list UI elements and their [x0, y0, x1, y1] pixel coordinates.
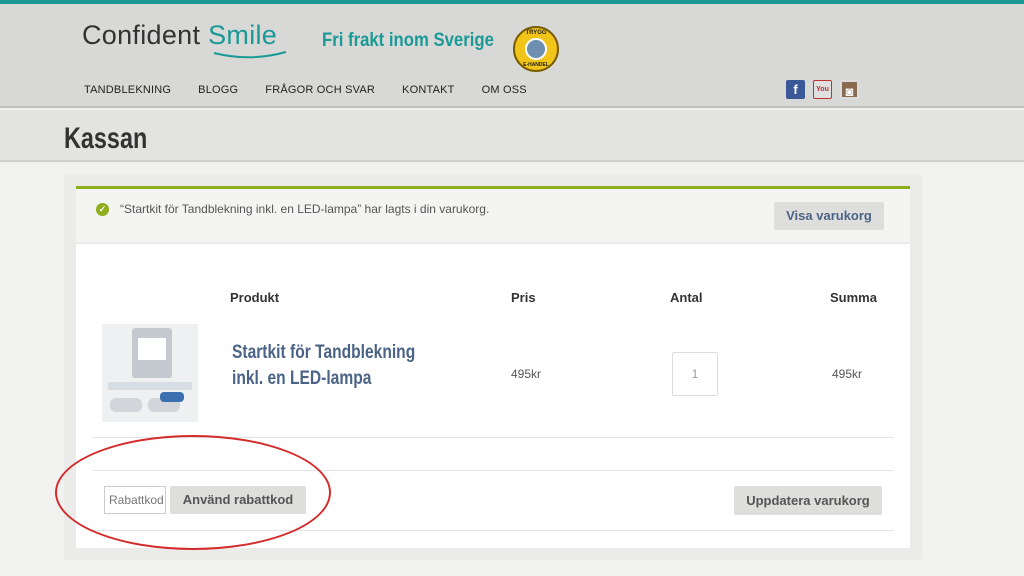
notice-message: “Startkit för Tandblekning inkl. en LED-… — [120, 202, 490, 216]
view-cart-button[interactable]: Visa varukorg — [774, 202, 884, 230]
nav-item-blogg[interactable]: BLOGG — [198, 84, 238, 96]
nav-item-fragor-och-svar[interactable]: FRÅGOR OCH SVAR — [265, 84, 375, 96]
instagram-icon[interactable]: ◙ — [840, 80, 859, 99]
product-led-shape — [160, 392, 184, 402]
column-header-subtotal: Summa — [830, 290, 877, 305]
logo-swoosh-icon — [213, 51, 287, 59]
free-shipping-tagline: Fri frakt inom Sverige — [322, 30, 494, 51]
product-syringe-shape — [108, 382, 192, 390]
nav-item-kontakt[interactable]: KONTAKT — [402, 84, 455, 96]
badge-top-text: TRYGG — [525, 30, 547, 36]
product-thumbnail[interactable] — [102, 324, 198, 422]
product-tray-shape — [110, 398, 142, 412]
facebook-icon[interactable]: f — [786, 80, 805, 99]
site-logo[interactable]: Confident Smile — [82, 20, 277, 51]
social-links: f You ◙ — [786, 80, 859, 99]
main-nav: TANDBLEKNING BLOGG FRÅGOR OCH SVAR KONTA… — [84, 84, 527, 96]
youtube-icon[interactable]: You — [813, 80, 832, 99]
nav-item-om-oss[interactable]: OM OSS — [482, 84, 527, 96]
product-pouch-shape — [132, 328, 172, 378]
cart-notice: ✓ “Startkit för Tandblekning inkl. en LE… — [76, 186, 910, 242]
page-title-bar: Kassan — [0, 110, 1024, 162]
check-circle-icon: ✓ — [96, 203, 109, 216]
product-subtotal: 495kr — [832, 367, 863, 381]
update-cart-button[interactable]: Uppdatera varukorg — [734, 486, 882, 515]
product-price: 495kr — [511, 367, 542, 381]
quantity-input[interactable]: 1 — [672, 352, 718, 396]
product-name-link[interactable]: Startkit för Tandblekning inkl. en LED-l… — [232, 340, 437, 392]
logo-text-smile: Smile — [208, 20, 278, 50]
column-header-quantity: Antal — [670, 290, 703, 305]
logo-text-confident: Confident — [82, 20, 201, 50]
column-header-price: Pris — [511, 290, 536, 305]
column-header-product: Produkt — [230, 290, 280, 305]
lock-icon — [525, 38, 547, 60]
site-header: Confident Smile Fri frakt inom Sverige T… — [0, 4, 1024, 108]
page-title: Kassan — [64, 122, 148, 155]
nav-item-tandblekning[interactable]: TANDBLEKNING — [84, 84, 171, 96]
badge-bottom-text: E-HANDEL — [523, 62, 549, 68]
trygg-ehandel-badge[interactable]: TRYGG E-HANDEL — [513, 26, 559, 72]
annotation-circle — [55, 435, 331, 550]
